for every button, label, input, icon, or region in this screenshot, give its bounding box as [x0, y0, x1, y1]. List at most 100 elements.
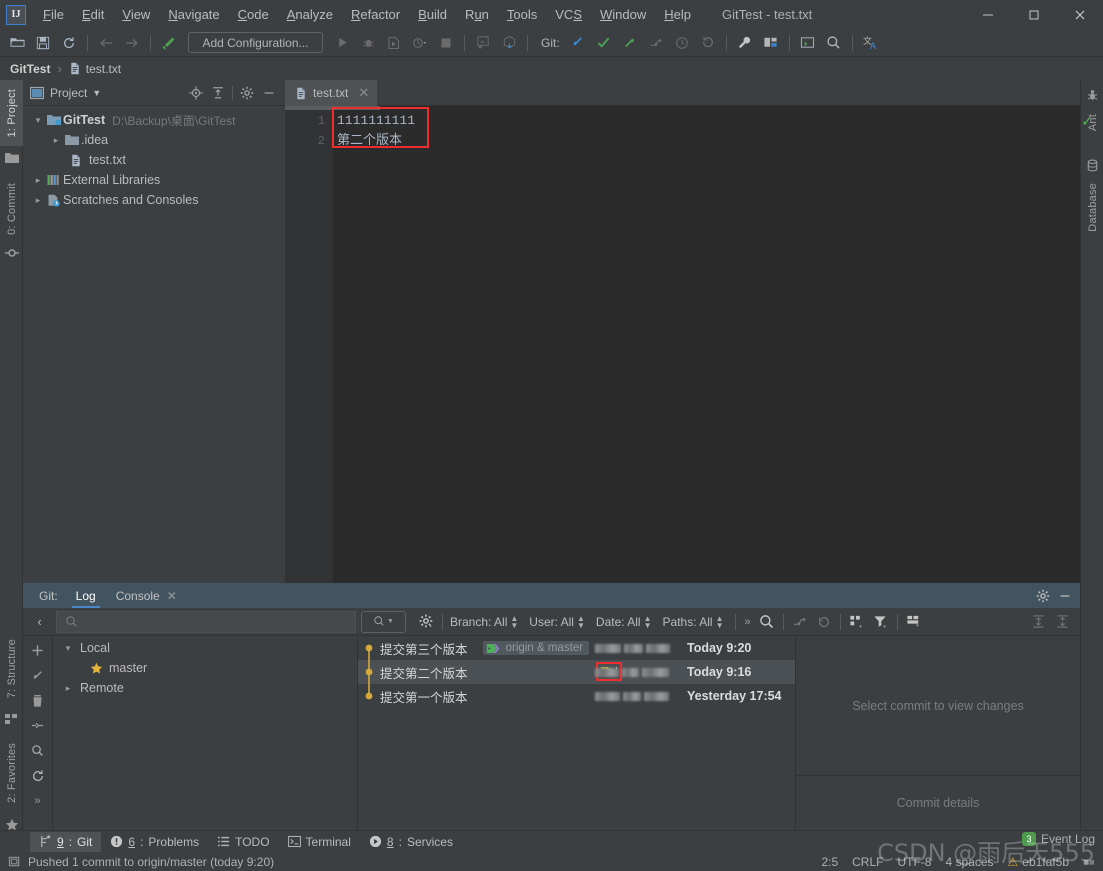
- breadcrumb-file[interactable]: test.txt: [69, 62, 121, 76]
- search-icon[interactable]: [26, 740, 50, 761]
- editor-area[interactable]: 1 2 1111111111 第二个版本: [285, 106, 1080, 583]
- menu-item-view[interactable]: View: [113, 3, 159, 26]
- menu-item-build[interactable]: Build: [409, 3, 456, 26]
- tree-item-scratches[interactable]: ▸ Scratches and Consoles: [23, 190, 285, 210]
- go-to-hash-icon[interactable]: [788, 610, 812, 634]
- menu-item-code[interactable]: Code: [229, 3, 278, 26]
- hide-panel-icon[interactable]: [258, 82, 280, 104]
- tab-log[interactable]: Log: [66, 583, 106, 608]
- filter-date[interactable]: Date: All ▲ ▼: [593, 614, 655, 629]
- git-branch-indicator[interactable]: ⚠ eb1faf5b: [1008, 855, 1069, 869]
- terminal-icon[interactable]: [796, 31, 820, 55]
- memory-indicator-icon[interactable]: [1083, 854, 1095, 869]
- refresh-icon[interactable]: [26, 765, 50, 786]
- git-push-icon[interactable]: [618, 31, 642, 55]
- close-icon[interactable]: ✕: [167, 589, 177, 603]
- sync-icon[interactable]: [57, 31, 81, 55]
- chevron-down-icon[interactable]: ▾: [61, 643, 75, 654]
- locate-icon[interactable]: [185, 82, 207, 104]
- filter-paths[interactable]: Paths: All ▲ ▼: [660, 614, 727, 629]
- refresh-icon[interactable]: [812, 610, 836, 634]
- git-history-icon[interactable]: [670, 31, 694, 55]
- save-all-icon[interactable]: [31, 31, 55, 55]
- editor-code[interactable]: 1111111111 第二个版本: [333, 106, 1080, 583]
- file-encoding[interactable]: UTF-8: [897, 855, 931, 869]
- intellisort-icon[interactable]: [845, 610, 869, 634]
- line-separator[interactable]: CRLF: [852, 855, 883, 869]
- collapse-icon[interactable]: [26, 715, 50, 736]
- collapse-all-icon[interactable]: [1050, 610, 1074, 634]
- chevron-right-icon[interactable]: ▸: [31, 175, 45, 186]
- tool-window-problems[interactable]: 6: Problems: [101, 832, 208, 852]
- stop-icon[interactable]: [434, 31, 458, 55]
- branch-group-local[interactable]: ▾ Local: [53, 638, 357, 658]
- menu-item-help[interactable]: Help: [655, 3, 700, 26]
- menu-item-navigate[interactable]: Navigate: [159, 3, 228, 26]
- table-row[interactable]: 提交第三个版本 origin & master Today 9:20: [358, 636, 795, 660]
- inspect-icon[interactable]: [471, 31, 495, 55]
- collapse-all-icon[interactable]: [207, 82, 229, 104]
- hide-panel-icon[interactable]: [1054, 585, 1076, 607]
- menu-item-tools[interactable]: Tools: [498, 3, 546, 26]
- add-icon[interactable]: [26, 640, 50, 661]
- sidebar-item-structure[interactable]: 7: Structure: [0, 630, 23, 708]
- menu-item-edit[interactable]: Edit: [73, 3, 113, 26]
- tree-item-external-libraries[interactable]: ▸ External Libraries: [23, 170, 285, 190]
- tool-window-services[interactable]: 8: Services: [360, 832, 462, 852]
- close-icon[interactable]: ✕: [358, 85, 369, 101]
- filter-user[interactable]: User: All ▲ ▼: [526, 614, 588, 629]
- maximize-button[interactable]: [1011, 0, 1057, 29]
- translate-icon[interactable]: 文A: [859, 31, 883, 55]
- back-icon[interactable]: ‹: [23, 608, 56, 636]
- close-button[interactable]: [1057, 0, 1103, 29]
- tree-item-idea[interactable]: ▸ .idea: [23, 130, 285, 150]
- git-rollback-icon[interactable]: [696, 31, 720, 55]
- event-log-button[interactable]: 3 Event Log: [1021, 832, 1095, 846]
- deploy-icon[interactable]: [497, 31, 521, 55]
- search-type-selector[interactable]: ▼: [361, 610, 406, 633]
- menu-item-window[interactable]: Window: [591, 3, 655, 26]
- tool-window-terminal[interactable]: Terminal: [279, 832, 360, 852]
- build-hammer-icon[interactable]: [157, 31, 181, 55]
- sidebar-item-favorites[interactable]: 2: Favorites: [0, 732, 23, 814]
- gear-icon[interactable]: [236, 82, 258, 104]
- fetch-icon[interactable]: [26, 665, 50, 686]
- run-icon[interactable]: [330, 31, 354, 55]
- more-icon[interactable]: »: [26, 790, 50, 811]
- expand-all-icon[interactable]: [1026, 610, 1050, 634]
- debug-icon[interactable]: [356, 31, 380, 55]
- tool-window-git[interactable]: 9: Git: [30, 831, 102, 852]
- delete-icon[interactable]: [26, 690, 50, 711]
- sidebar-item-commit[interactable]: 0: Commit: [0, 176, 23, 242]
- filter-branch[interactable]: Branch: All ▲ ▼: [447, 614, 521, 629]
- chevron-right-icon[interactable]: ▸: [49, 135, 63, 146]
- settings-wrench-icon[interactable]: [733, 31, 757, 55]
- tab-test-txt[interactable]: test.txt ✕: [285, 80, 378, 106]
- git-update-icon[interactable]: [566, 31, 590, 55]
- menu-item-vcs[interactable]: VCS: [546, 3, 591, 26]
- forward-arrow-icon[interactable]: [120, 31, 144, 55]
- log-settings-gear-icon[interactable]: [414, 610, 438, 634]
- filter-icon[interactable]: [869, 610, 893, 634]
- branch-item-master[interactable]: master: [53, 658, 357, 678]
- chevron-right-icon[interactable]: ▸: [31, 195, 45, 206]
- search-icon[interactable]: [755, 610, 779, 634]
- menu-item-analyze[interactable]: Analyze: [278, 3, 342, 26]
- project-structure-icon[interactable]: [759, 31, 783, 55]
- editor-horizontal-scrollbar[interactable]: [285, 106, 380, 110]
- tree-item-gittest[interactable]: ▾ GitTest D:\Backup\桌面\GitTest: [23, 110, 285, 130]
- git-commit-icon[interactable]: [592, 31, 616, 55]
- run-with-coverage-icon[interactable]: [382, 31, 406, 55]
- back-arrow-icon[interactable]: [94, 31, 118, 55]
- show-details-icon[interactable]: [902, 610, 926, 634]
- commit-ref-label[interactable]: origin & master: [482, 641, 589, 655]
- menu-item-file[interactable]: File: [34, 3, 73, 26]
- open-folder-icon[interactable]: [5, 31, 29, 55]
- tree-item-testtxt[interactable]: test.txt: [23, 150, 285, 170]
- indent-setting[interactable]: 4 spaces: [945, 855, 993, 869]
- tab-console[interactable]: Console ✕: [106, 583, 187, 608]
- chevron-down-icon[interactable]: ▾: [31, 115, 45, 126]
- chevron-right-icon[interactable]: ▸: [61, 683, 75, 694]
- caret-position[interactable]: 2:5: [821, 855, 838, 869]
- table-row[interactable]: 提交第二个版本 ! Today 9:16: [358, 660, 795, 684]
